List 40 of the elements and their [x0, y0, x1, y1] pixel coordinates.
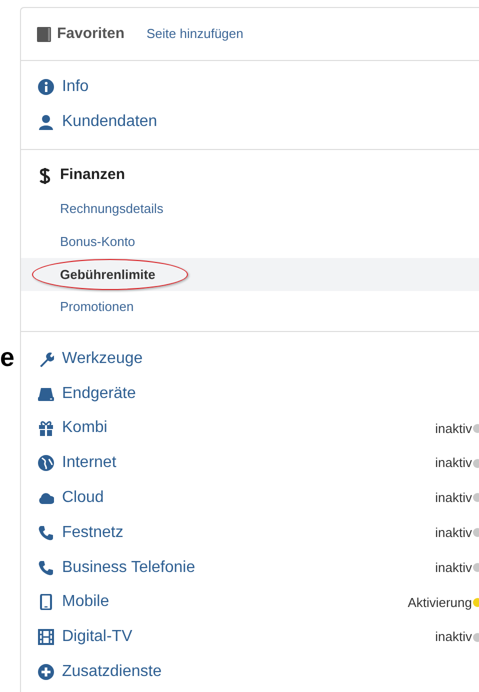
- status-label: inaktiv: [435, 420, 472, 438]
- favorites-title: Favoriten: [57, 24, 125, 44]
- book-icon: [37, 26, 51, 42]
- nav-link[interactable]: Business Telefonie: [62, 556, 196, 580]
- nav-link[interactable]: Internet: [62, 451, 116, 476]
- submenu-link[interactable]: Bonus-Konto: [60, 232, 136, 252]
- person-icon: [38, 114, 54, 130]
- nav-link[interactable]: Kundendaten: [62, 110, 158, 134]
- nav-link[interactable]: Werkzeuge: [62, 346, 143, 371]
- status-label: inaktiv: [435, 524, 472, 542]
- status-label: Aktivierung: [408, 594, 472, 612]
- nav-link[interactable]: Info: [62, 75, 89, 100]
- gift-icon: [38, 420, 54, 436]
- plus-icon: [38, 664, 54, 680]
- status-label: inaktiv: [435, 489, 472, 508]
- film-icon: [38, 629, 54, 646]
- drive-icon: [38, 386, 54, 402]
- info-icon: [38, 79, 54, 96]
- phone-icon: [38, 524, 54, 541]
- nav-link[interactable]: Endgeräte: [62, 382, 136, 406]
- nav-link[interactable]: Digital-TV: [62, 625, 132, 650]
- submenu-link[interactable]: Rechnungsdetails: [60, 199, 164, 219]
- nav-link[interactable]: Festnetz: [62, 520, 124, 545]
- dollar-icon: [39, 166, 51, 185]
- globe-icon: [38, 455, 54, 472]
- nav-link[interactable]: Mobile: [62, 590, 110, 614]
- wrench-icon: [38, 350, 54, 367]
- mobile-phone-icon: [38, 594, 54, 610]
- nav-link[interactable]: Cloud: [62, 486, 104, 510]
- phone-icon: [38, 560, 54, 576]
- status-label: inaktiv: [435, 628, 472, 646]
- status-label: inaktiv: [435, 454, 472, 472]
- submenu-link[interactable]: Gebührenlimite: [60, 264, 156, 284]
- status-label: inaktiv: [435, 558, 472, 577]
- add-page-link[interactable]: Seite hinzufügen: [146, 24, 244, 44]
- background-text: e: [0, 344, 16, 370]
- section-title: Finanzen: [60, 165, 126, 186]
- nav-link[interactable]: Zusatzdienste: [62, 660, 162, 684]
- nav-link[interactable]: Kombi: [62, 416, 108, 440]
- submenu-link[interactable]: Promotionen: [60, 297, 134, 317]
